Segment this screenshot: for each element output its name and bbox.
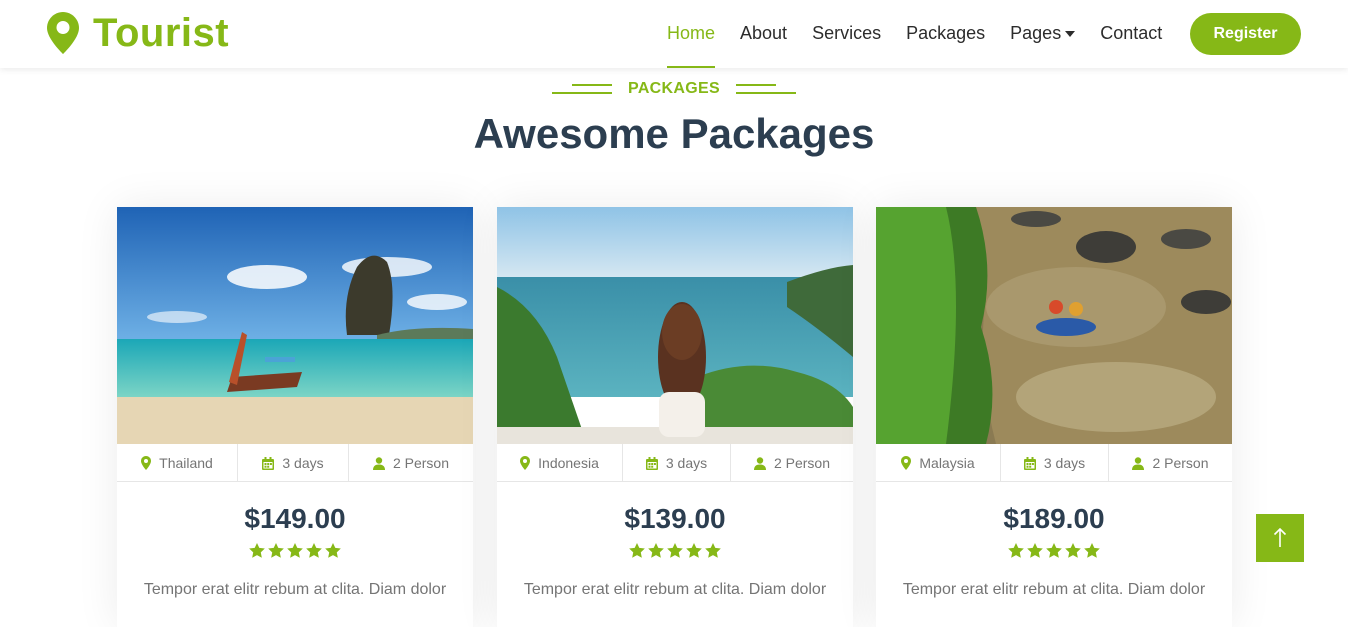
decorative-lines-left bbox=[552, 84, 613, 94]
meta-location: Indonesia bbox=[497, 444, 623, 482]
rating-stars bbox=[117, 543, 473, 558]
package-description: Tempor erat elitr rebum at clita. Diam d… bbox=[902, 581, 1206, 598]
package-card-malaysia: Malaysia 3 days 2 Person $189.00 Tempor … bbox=[876, 207, 1232, 627]
user-icon bbox=[372, 456, 385, 470]
calendar-icon bbox=[645, 456, 658, 470]
register-button[interactable]: Register bbox=[1190, 13, 1301, 55]
meta-persons-label: 2 Person bbox=[1152, 455, 1209, 471]
meta-persons-label: 2 Person bbox=[773, 455, 831, 471]
package-card-thailand: Thailand 3 days 2 Person $149.00 Tempor … bbox=[117, 207, 473, 627]
rating-stars bbox=[876, 543, 1232, 558]
meta-persons: 2 Person bbox=[1109, 444, 1232, 482]
map-marker-icon bbox=[47, 12, 79, 54]
indonesia-coast-image bbox=[497, 207, 853, 444]
thailand-beach-image bbox=[117, 207, 473, 444]
meta-location: Malaysia bbox=[876, 444, 1001, 482]
star-icon bbox=[705, 543, 721, 558]
section-label: PACKAGES bbox=[0, 80, 1348, 98]
package-price: $139.00 bbox=[624, 503, 726, 534]
star-icon bbox=[287, 543, 303, 558]
map-marker-icon bbox=[901, 456, 912, 470]
map-marker-icon bbox=[141, 456, 152, 470]
navbar: Tourist Home About Services Packages Pag… bbox=[0, 0, 1348, 68]
arrow-up-icon bbox=[1273, 528, 1287, 547]
nav-item-contact[interactable]: Contact bbox=[1100, 0, 1162, 68]
star-icon bbox=[325, 543, 341, 558]
meta-location-label: Malaysia bbox=[919, 455, 975, 471]
brand-logo[interactable]: Tourist bbox=[47, 11, 229, 55]
meta-persons: 2 Person bbox=[349, 444, 473, 482]
calendar-icon bbox=[1023, 456, 1036, 470]
star-icon bbox=[1027, 543, 1043, 558]
section-title: Awesome Packages bbox=[473, 110, 875, 157]
package-image-thailand[interactable] bbox=[117, 207, 473, 444]
star-icon bbox=[1084, 543, 1100, 558]
meta-duration: 3 days bbox=[1001, 444, 1109, 482]
star-icon bbox=[1065, 543, 1081, 558]
meta-duration: 3 days bbox=[623, 444, 731, 482]
nav-item-services[interactable]: Services bbox=[812, 0, 881, 68]
malaysia-rafting-image bbox=[876, 207, 1232, 444]
back-to-top-button[interactable] bbox=[1256, 514, 1304, 562]
decorative-lines-right bbox=[735, 84, 796, 94]
star-icon bbox=[268, 543, 284, 558]
calendar-icon bbox=[262, 456, 275, 470]
nav-item-home[interactable]: Home bbox=[667, 0, 716, 68]
package-meta: Thailand 3 days 2 Person bbox=[117, 444, 473, 482]
caret-down-icon bbox=[1065, 31, 1076, 38]
package-card-indonesia: Indonesia 3 days 2 Person $139.00 Tempor… bbox=[497, 207, 853, 627]
nav-item-pages-label: Pages bbox=[1010, 23, 1062, 43]
user-icon bbox=[753, 456, 766, 470]
package-meta: Malaysia 3 days 2 Person bbox=[876, 444, 1232, 482]
package-description: Tempor erat elitr rebum at clita. Diam d… bbox=[523, 581, 827, 598]
meta-location: Thailand bbox=[117, 444, 238, 482]
package-meta: Indonesia 3 days 2 Person bbox=[497, 444, 853, 482]
meta-duration-label: 3 days bbox=[665, 455, 708, 471]
rating-stars bbox=[497, 543, 853, 558]
meta-location-label: Indonesia bbox=[538, 455, 599, 471]
meta-duration-label: 3 days bbox=[1043, 455, 1086, 471]
meta-persons: 2 Person bbox=[731, 444, 853, 482]
star-icon bbox=[686, 543, 702, 558]
section-label-text: PACKAGES bbox=[628, 80, 720, 97]
package-image-malaysia[interactable] bbox=[876, 207, 1232, 444]
package-image-indonesia[interactable] bbox=[497, 207, 853, 444]
brand-name: Tourist bbox=[93, 11, 230, 55]
star-icon bbox=[648, 543, 664, 558]
nav-item-pages-dropdown[interactable]: Pages bbox=[1010, 0, 1076, 68]
nav-item-packages[interactable]: Packages bbox=[906, 0, 985, 68]
main-nav: Home About Services Packages Pages Conta… bbox=[667, 0, 1187, 68]
package-description: Tempor erat elitr rebum at clita. Diam d… bbox=[143, 581, 447, 598]
star-icon bbox=[1046, 543, 1062, 558]
meta-duration: 3 days bbox=[238, 444, 349, 482]
star-icon bbox=[306, 543, 322, 558]
star-icon bbox=[1008, 543, 1024, 558]
star-icon bbox=[629, 543, 645, 558]
meta-location-label: Thailand bbox=[159, 455, 213, 471]
user-icon bbox=[1132, 456, 1145, 470]
star-icon bbox=[667, 543, 683, 558]
map-marker-icon bbox=[520, 456, 531, 470]
star-icon bbox=[249, 543, 265, 558]
nav-item-about[interactable]: About bbox=[740, 0, 787, 68]
package-price: $189.00 bbox=[1003, 503, 1105, 534]
meta-persons-label: 2 Person bbox=[392, 455, 450, 471]
meta-duration-label: 3 days bbox=[282, 455, 324, 471]
package-price: $149.00 bbox=[244, 503, 346, 534]
